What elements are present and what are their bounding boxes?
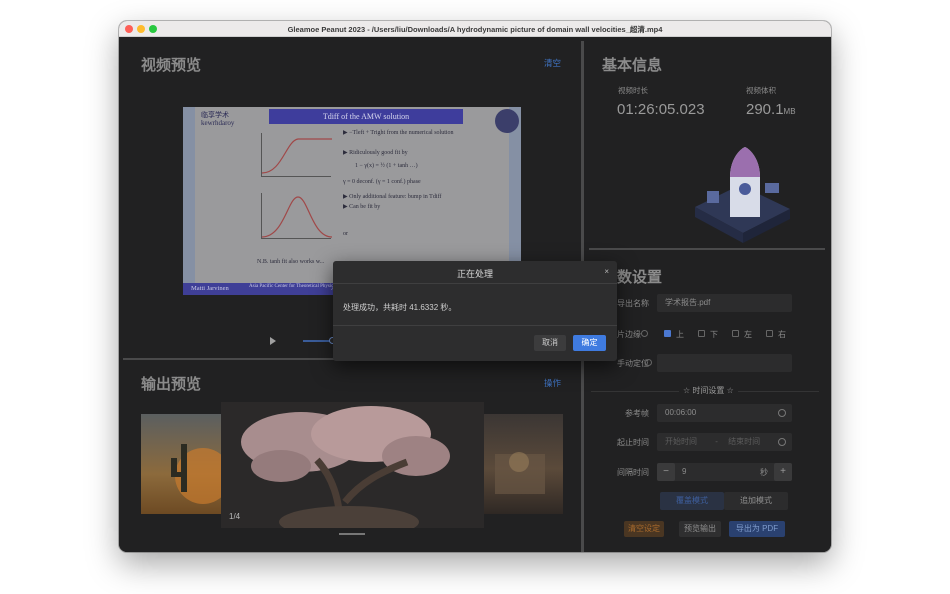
interval-unit: 秒: [760, 468, 768, 477]
edge-right-checkbox[interactable]: [766, 330, 773, 337]
dialog-confirm-button[interactable]: 确定: [573, 335, 606, 351]
override-mode-tab[interactable]: 覆盖模式: [660, 492, 724, 510]
export-name-input[interactable]: 学术报告.pdf: [657, 294, 792, 312]
basic-info-title: 基本信息: [602, 57, 663, 74]
window-title: Gleamoe Peanut 2023 - /Users/liu/Downloa…: [287, 25, 663, 34]
output-thumbnail-prev[interactable]: [141, 414, 231, 514]
slide-line: ▶ Ridiculously good fit by: [343, 150, 408, 156]
edge-bottom-label: 下: [710, 330, 718, 339]
size-number: 290.1: [746, 101, 784, 118]
slide-line: ▶ −Tleft + Tright from the numerical sol…: [343, 130, 454, 136]
edge-info-icon[interactable]: [641, 330, 648, 337]
slide-line: N.B. tanh fit also works w...: [257, 259, 325, 265]
output-action-link[interactable]: 操作: [544, 377, 561, 389]
append-mode-tab[interactable]: 追加模式: [724, 492, 788, 510]
dialog-cancel-button[interactable]: 取消: [534, 335, 566, 351]
size-unit: MB: [783, 107, 796, 116]
rocket-illustration-icon: [695, 147, 790, 243]
clear-settings-button[interactable]: 清空设定: [624, 521, 664, 537]
edge-top-label: 上: [676, 330, 684, 339]
close-icon[interactable]: ×: [604, 267, 609, 276]
tanh-curve-icon: [262, 138, 332, 174]
output-thumbnail-current[interactable]: [221, 402, 484, 528]
video-preview-title: 视频预览: [141, 57, 202, 74]
interior-image-icon: [495, 452, 545, 494]
interval-stepper[interactable]: [657, 463, 792, 481]
right-horizontal-splitter[interactable]: [589, 248, 825, 250]
duration-label: 视频时长: [618, 86, 648, 95]
interval-increment-button[interactable]: +: [774, 463, 792, 481]
dialog-separator: [333, 283, 617, 284]
range-end-placeholder: 结束时间: [728, 437, 761, 446]
slide-plot-lower: [261, 193, 332, 239]
university-seal-icon: [495, 109, 519, 133]
slide-heading: Tdiff of the AMW solution: [269, 109, 463, 124]
slide-line: or: [343, 231, 348, 237]
time-settings-section: ☆ 时间设置 ☆: [679, 385, 738, 396]
interval-decrement-button[interactable]: −: [657, 463, 675, 481]
time-range-label: 起止时间: [617, 438, 649, 447]
output-preview-title: 输出预览: [141, 376, 202, 393]
play-icon[interactable]: [270, 337, 276, 345]
preview-output-button[interactable]: 预览输出: [679, 521, 721, 537]
slide-line: γ = 0 deconf. (γ = 1 conf.) phase: [343, 179, 421, 185]
dialog-footer-separator: [333, 325, 617, 326]
time-range-input[interactable]: 开始时间 - 结束时间: [657, 433, 792, 451]
edge-left-label: 左: [744, 330, 752, 339]
slide-logo: 临享学术 kewrhdaroy: [201, 111, 235, 127]
dialog-title: 正在处理: [456, 269, 493, 279]
bump-curve-icon: [262, 196, 332, 238]
slide-footer-name: Matti Jarvinen: [191, 285, 229, 292]
dialog-message: 处理成功，共耗时 41.6332 秒。: [343, 303, 457, 312]
page-indicator: [339, 533, 365, 535]
size-label: 视频体积: [746, 86, 776, 95]
clock-icon[interactable]: [778, 409, 786, 417]
slide-line: ▶ Can be fit by: [343, 204, 381, 210]
edge-top-checkbox[interactable]: [664, 330, 671, 337]
range-separator: -: [715, 437, 718, 446]
duration-value: 01:26:05.023: [617, 101, 705, 118]
output-thumbnail-next[interactable]: [479, 414, 563, 514]
interval-label: 间隔时间: [617, 468, 649, 477]
page-counter: 1/4: [229, 512, 241, 521]
main-content: 视频预览 清空 临享学术 kewrhdaroy Tdiff of the AMW…: [119, 37, 831, 552]
slide-plot-upper: [261, 133, 332, 177]
edge-right-label: 右: [778, 330, 786, 339]
ref-frame-input[interactable]: 00:06:00: [657, 404, 792, 422]
range-start-placeholder: 开始时间: [665, 437, 697, 446]
edge-bottom-checkbox[interactable]: [698, 330, 705, 337]
slide-line: 1 − γ(x) = ½ (1 + tanh …): [355, 163, 418, 169]
app-window: Gleamoe Peanut 2023 - /Users/liu/Downloa…: [119, 21, 831, 552]
processing-dialog: 正在处理 × 处理成功，共耗时 41.6332 秒。 取消 确定: [333, 261, 617, 361]
range-clock-icon[interactable]: [778, 438, 786, 446]
slide-body: 临享学术 kewrhdaroy Tdiff of the AMW solutio…: [195, 107, 519, 285]
size-value: 290.1MB: [746, 101, 796, 118]
manual-position-input[interactable]: [657, 354, 792, 372]
params-title: 数设置: [617, 269, 663, 286]
ref-frame-label: 参考帧: [625, 409, 649, 418]
clear-video-link[interactable]: 清空: [544, 57, 561, 69]
title-bar: Gleamoe Peanut 2023 - /Users/liu/Downloa…: [119, 21, 831, 37]
blossom-tree-image-icon: [221, 402, 484, 528]
export-pdf-button[interactable]: 导出为 PDF: [729, 521, 785, 537]
interval-value: 9: [682, 467, 687, 476]
edge-left-checkbox[interactable]: [732, 330, 739, 337]
manual-info-icon[interactable]: [645, 359, 652, 366]
cactus-image-icon: [171, 444, 231, 504]
slide-line: ▶ Only additional feature: bump in Tdiff: [343, 194, 442, 200]
slide-footer-affil: Asia Pacific Center for Theoretical Phys…: [249, 284, 336, 289]
